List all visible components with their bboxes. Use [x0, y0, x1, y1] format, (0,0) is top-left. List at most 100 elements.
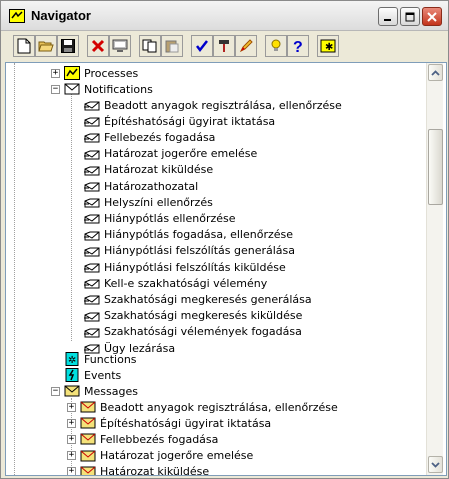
question-mark-icon: ? [293, 39, 303, 54]
hint-button[interactable] [265, 35, 287, 57]
notifications-branch-line [71, 91, 72, 341]
collapse-toggle[interactable]: − [51, 386, 60, 396]
tree-item-message[interactable]: + Építéshatósági ügyirat iktatása [67, 415, 271, 431]
tree-label: Építéshatósági ügyirat iktatása [104, 114, 276, 128]
tree-item-notification[interactable]: Határozathozatal [84, 178, 198, 194]
maximize-icon [405, 12, 415, 21]
open-button[interactable] [35, 35, 57, 57]
delete-button[interactable] [87, 35, 109, 57]
tree-item-notification[interactable]: Szakhatósági vélemények fogadása [84, 324, 302, 340]
expand-toggle[interactable]: + [51, 68, 60, 78]
expand-toggle[interactable]: + [67, 434, 76, 444]
scroll-down-button[interactable] [428, 456, 443, 473]
lightning-icon [65, 368, 79, 382]
expand-toggle[interactable]: + [67, 467, 76, 475]
minimize-button[interactable] [378, 7, 398, 26]
tree-label: Hiánypótlás fogadása, ellenőrzése [104, 228, 294, 242]
chevron-down-icon [431, 461, 440, 468]
tree-item-notification[interactable]: Hiánypótlás fogadása, ellenőrzése [84, 227, 293, 243]
notification-envelope-icon [84, 247, 100, 257]
edit-button[interactable] [235, 35, 257, 57]
tree-item-notification[interactable]: Határozat jogerőre emelése [84, 146, 257, 162]
notification-envelope-icon [84, 198, 100, 208]
tree-label: Beadott anyagok regisztrálása, ellenőrzé… [100, 400, 338, 414]
tree-node-notifications[interactable]: − Notifications [51, 81, 153, 97]
tree-node-events[interactable]: Events [64, 367, 121, 383]
copy-button[interactable] [139, 35, 161, 57]
collapse-toggle[interactable]: − [51, 84, 60, 94]
tree-root-line [14, 63, 15, 475]
copy-icon [142, 39, 157, 53]
lightbulb-icon [271, 39, 281, 51]
paste-icon [165, 40, 179, 53]
notification-envelope-icon [84, 295, 100, 305]
tree-item-notification[interactable]: Hiánypótlási felszólítás generálása [84, 243, 295, 259]
svg-text:?: ? [293, 39, 303, 54]
red-x-icon [91, 39, 105, 53]
gear-icon: ✲ [65, 352, 79, 366]
title-bar[interactable]: Navigator [1, 1, 448, 31]
notification-envelope-icon [84, 182, 100, 192]
check-button[interactable] [191, 35, 213, 57]
scroll-thumb[interactable] [428, 129, 443, 205]
tree-label: Hiánypótlás ellenőrzése [104, 211, 236, 225]
maximize-button[interactable] [400, 7, 420, 26]
tree-item-notification[interactable]: Szakhatósági megkeresés kiküldése [84, 308, 302, 324]
notification-envelope-icon [84, 279, 100, 289]
chevron-up-icon [431, 69, 440, 76]
scroll-up-button[interactable] [428, 64, 443, 81]
tree-label: Szakhatósági megkeresés kiküldése [104, 309, 303, 323]
tree-item-notification[interactable]: Hiánypótlás ellenőrzése [84, 210, 236, 226]
tree-item-notification[interactable]: Hiánypótlási felszólítás kiküldése [84, 259, 286, 275]
notification-envelope-icon [84, 312, 100, 322]
tree-item-message[interactable]: + Beadott anyagok regisztrálása, ellenőrz… [67, 399, 338, 415]
tree-item-notification[interactable]: Határozat kiküldése [84, 162, 213, 178]
tree-label: Szakhatósági megkeresés generálása [104, 292, 312, 306]
notification-envelope-icon [84, 101, 100, 111]
tree-label: Hiánypótlási felszólítás generálása [104, 244, 296, 258]
tree-label: Processes [84, 66, 139, 80]
svg-text:✲: ✲ [68, 355, 76, 366]
properties-button[interactable] [109, 35, 131, 57]
expand-toggle[interactable]: + [67, 451, 76, 461]
floppy-disk-icon [61, 39, 75, 53]
tree-item-notification[interactable]: Beadott anyagok regisztrálása, ellenőrzé… [84, 97, 342, 113]
tree-label: Events [84, 368, 122, 382]
new-document-button[interactable] [13, 35, 35, 57]
envelope-icon [64, 385, 80, 397]
tree-item-notification[interactable]: Építéshatósági ügyirat iktatása [84, 113, 275, 129]
new-document-icon [17, 38, 31, 54]
help-button[interactable]: ? [287, 35, 309, 57]
tree-node-functions[interactable]: ✲ Functions [64, 351, 137, 367]
tree-item-message[interactable]: + Határozat kiküldése [67, 464, 209, 475]
tree-node-messages[interactable]: − Messages [51, 383, 138, 399]
message-envelope-icon [80, 401, 96, 413]
tree-label: Notifications [84, 82, 153, 96]
tree-node-processes[interactable]: + Processes [51, 65, 138, 81]
function-button[interactable]: ✱ [317, 35, 339, 57]
tree-item-notification[interactable]: Fellebezés fogadása [84, 129, 215, 145]
tree-item-message[interactable]: + Fellebbezés fogadása [67, 431, 218, 447]
tree-item-message[interactable]: + Határozat jogerőre emelése [67, 448, 253, 464]
notification-envelope-icon [84, 117, 100, 127]
expand-toggle[interactable]: + [67, 402, 76, 412]
vertical-scrollbar[interactable] [426, 63, 443, 475]
navigator-tree[interactable]: + Processes − Notifications Beadott anya… [5, 62, 447, 476]
tree-item-notification[interactable]: Szakhatósági megkeresés generálása [84, 291, 312, 307]
tree-item-notification[interactable]: Kell-e szakhatósági vélemény [84, 275, 267, 291]
tree-item-notification[interactable]: Helyszíni ellenőrzés [84, 194, 213, 210]
notification-envelope-icon [84, 166, 100, 176]
envelope-icon [64, 83, 80, 95]
notification-envelope-icon [84, 231, 100, 241]
close-button[interactable] [422, 7, 442, 26]
tree-label: Határozat jogerőre emelése [104, 147, 258, 161]
hammer-button[interactable] [213, 35, 235, 57]
tree-label: Szakhatósági vélemények fogadása [104, 325, 302, 339]
save-button[interactable] [57, 35, 79, 57]
tree-label: Határozathozatal [104, 179, 199, 193]
checkmark-icon [196, 40, 208, 53]
expand-toggle[interactable]: + [67, 418, 76, 428]
tree-label: Beadott anyagok regisztrálása, ellenőrzé… [104, 98, 342, 112]
message-envelope-icon [80, 466, 96, 475]
paste-button[interactable] [161, 35, 183, 57]
